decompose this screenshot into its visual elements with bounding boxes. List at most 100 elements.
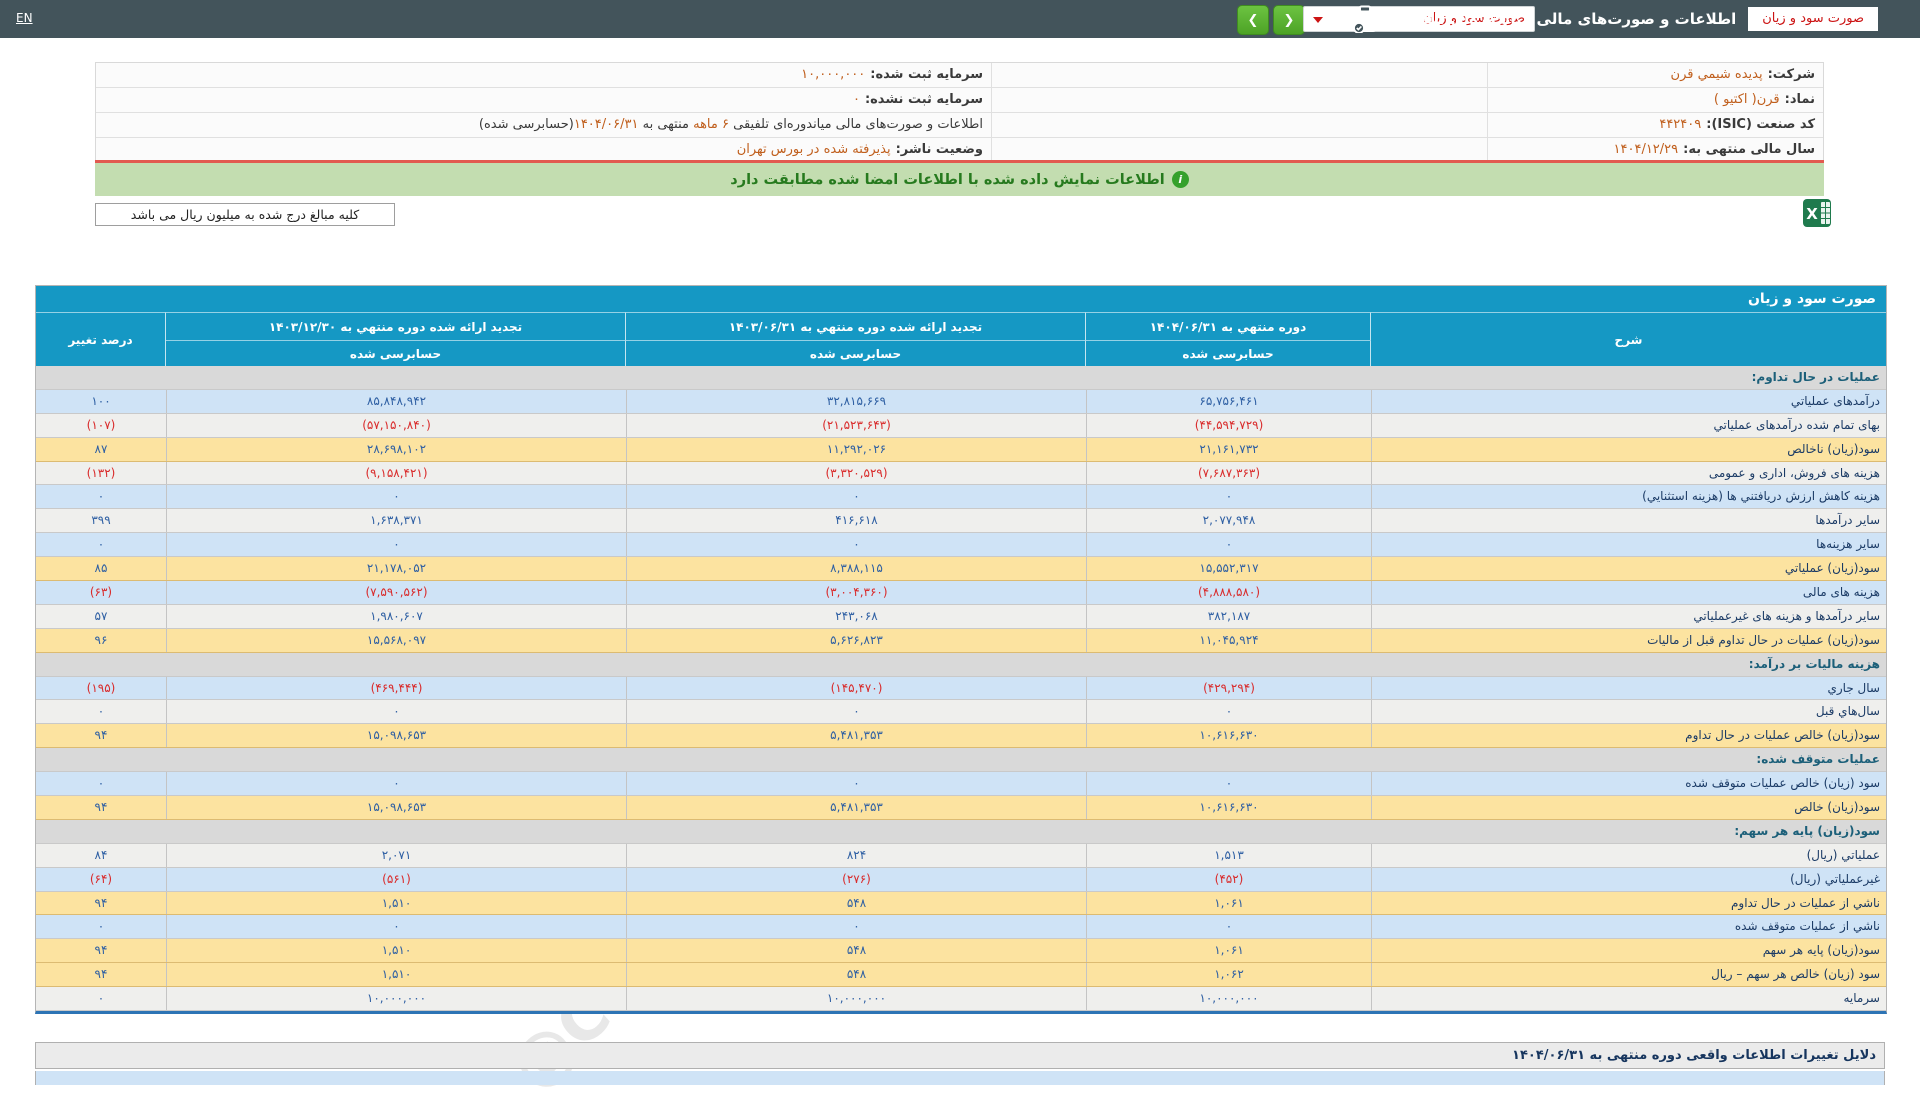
cell-period-1404-06-31: ۰ [1086,533,1371,556]
col-subheader-audited: حسابرسی شده [166,340,626,366]
info-spacer-cell [991,138,1487,162]
table-row: غیرعملیاتي (ریال)(۴۵۲)(۲۷۶)(۵۶۱)(۶۴) [36,868,1886,892]
col-header-description: شرح [1371,312,1886,366]
cell-restated-1403-06-31: ۰ [626,533,1086,556]
section-row: هزینه مالیات بر درآمد: [36,653,1886,677]
cell-restated-1403-06-31: ۰ [626,485,1086,508]
symbol-field: نماد:قرن( اکتیو ) [1487,88,1823,112]
cell-description: سود(زیان) خالص [1371,796,1886,819]
cell-restated-1403-12-30: ۰ [166,915,626,938]
report-header: صورت سود و زیان اطلاعات و صورت‌های مالی … [1352,0,1878,38]
info-row: نماد:قرن( اکتیو ) سرمایه ثبت نشده:۰ [96,88,1823,113]
cell-description: سود(زیان) ناخالص [1371,438,1886,461]
table-row: سال جاري(۴۲۹,۲۹۴)(۱۴۵,۴۷۰)(۴۶۹,۴۴۴)(۱۹۵) [36,677,1886,701]
cell-percent-change: (۶۴) [36,868,166,891]
cell-restated-1403-06-31: ۰ [626,700,1086,723]
excel-export-icon[interactable]: X [1800,196,1834,230]
next-sheet-button[interactable]: ❯ [1273,5,1305,35]
cell-percent-change: ۹۴ [36,796,166,819]
cell-restated-1403-12-30: ۱۵,۵۶۸,۰۹۷ [166,629,626,652]
cell-description: هزینه های مالی [1371,581,1886,604]
col-subheader-audited: حسابرسی شده [626,340,1086,366]
cell-description: سود(زیان) عملیاتي [1371,557,1886,580]
cell-period-1404-06-31: ۰ [1086,772,1371,795]
cell-period-1404-06-31: ۰ [1086,915,1371,938]
cell-restated-1403-12-30: ۱,۵۱۰ [166,892,626,915]
cell-percent-change: ۳۹۹ [36,509,166,532]
info-row: شرکت:پدیده شیمي قرن سرمایه ثبت شده:۱۰,۰۰… [96,63,1823,88]
cell-restated-1403-12-30: ۱,۵۱۰ [166,939,626,962]
company-field: شرکت:پدیده شیمي قرن [1487,63,1823,87]
cell-restated-1403-06-31: ۲۴۳,۰۶۸ [626,605,1086,628]
cell-restated-1403-12-30: ۱۰,۰۰۰,۰۰۰ [166,987,626,1010]
cell-period-1404-06-31: ۱,۰۶۱ [1086,939,1371,962]
cell-restated-1403-12-30: ۸۵,۸۴۸,۹۴۲ [166,390,626,413]
section-label: عملیات متوقف شده: [36,748,1886,771]
table-row: سود(زیان) عملیاتي۱۵,۵۵۲,۳۱۷۸,۳۸۸,۱۱۵۲۱,۱… [36,557,1886,581]
signature-match-banner: i اطلاعات نمایش داده شده با اطلاعات امضا… [95,163,1824,196]
table-row: سود(زیان) ناخالص۲۱,۱۶۱,۷۳۲۱۱,۲۹۲,۰۲۶۲۸,۶… [36,438,1886,462]
table-row: سود(زیان) خالص عملیات در حال تداوم۱۰,۶۱۶… [36,724,1886,748]
cell-restated-1403-06-31: (۲۱,۵۲۳,۶۴۳) [626,414,1086,437]
cell-restated-1403-12-30: (۵۶۱) [166,868,626,891]
cell-period-1404-06-31: ۱,۰۶۱ [1086,892,1371,915]
table-row: ناشي از عملیات متوقف شده۰۰۰۰ [36,915,1886,939]
cell-percent-change: ۹۴ [36,939,166,962]
prev-sheet-button[interactable]: ❮ [1237,5,1269,35]
cell-period-1404-06-31: ۰ [1086,700,1371,723]
table-row: هزینه های مالی(۴,۸۸۸,۵۸۰)(۳,۰۰۴,۳۶۰)(۷,۵… [36,581,1886,605]
cell-description: عملیاتي (ریال) [1371,844,1886,867]
cell-restated-1403-12-30: ۲,۰۷۱ [166,844,626,867]
cell-restated-1403-12-30: (۵۷,۱۵۰,۸۴۰) [166,414,626,437]
table-row: بهای تمام شده درآمدهای عملیاتي(۴۴,۵۹۴,۷۲… [36,414,1886,438]
cell-restated-1403-12-30: ۱۵,۰۹۸,۶۵۳ [166,796,626,819]
cell-description: هزینه های فروش، اداری و عمومی [1371,462,1886,485]
table-row: ناشي از عملیات در حال تداوم۱,۰۶۱۵۴۸۱,۵۱۰… [36,892,1886,916]
cell-restated-1403-06-31: ۵,۶۲۶,۸۲۳ [626,629,1086,652]
issuer-status-field: وضعیت ناشر:پذیرفته شده در بورس تهران [94,138,991,162]
interim-period-field: اطلاعات و صورت‌های مالی میاندوره‌ای تلفی… [94,113,991,137]
info-spacer-cell [991,113,1487,137]
cell-period-1404-06-31: ۱,۰۶۲ [1086,963,1371,986]
info-spacer-cell [991,63,1487,87]
section-row: عملیات متوقف شده: [36,748,1886,772]
cell-percent-change: ۹۴ [36,963,166,986]
section-label: عملیات در حال تداوم: [36,366,1886,389]
fiscal-year-end-field: سال مالی منتهی به:۱۴۰۴/۱۲/۲۹ [1487,138,1823,162]
cell-period-1404-06-31: ۱,۵۱۳ [1086,844,1371,867]
cell-period-1404-06-31: ۱۵,۵۵۲,۳۱۷ [1086,557,1371,580]
col-header-restated-1403-06-31: تجدید ارائه شده دوره منتهي به ۱۴۰۳/۰۶/۳۱ [626,312,1086,340]
clipboard-report-icon [1352,5,1378,33]
cell-restated-1403-06-31: ۸۲۴ [626,844,1086,867]
cell-description: سود (زیان) خالص عملیات متوقف شده [1371,772,1886,795]
col-header-percent-change: درصد تغییر [36,312,166,366]
col-header-period-1404-06-31: دوره منتهي به ۱۴۰۴/۰۶/۳۱ [1086,312,1371,340]
cell-period-1404-06-31: (۴۵۲) [1086,868,1371,891]
cell-period-1404-06-31: (۴۲۹,۲۹۴) [1086,677,1371,700]
cell-restated-1403-06-31: ۰ [626,772,1086,795]
cell-restated-1403-06-31: ۸,۳۸۸,۱۱۵ [626,557,1086,580]
cell-percent-change: (۶۳) [36,581,166,604]
table-row: سود(زیان) عملیات در حال تداوم قبل از مال… [36,629,1886,653]
cell-restated-1403-06-31: ۰ [626,915,1086,938]
table-row: سایر هزینه‌ها۰۰۰۰ [36,533,1886,557]
sheet-nav-buttons: ❮ ❯ [1237,5,1305,35]
chevron-down-icon [1313,17,1323,23]
language-en-link[interactable]: EN [16,11,33,25]
unregistered-capital-field: سرمایه ثبت نشده:۰ [94,88,991,112]
cell-period-1404-06-31: ۳۸۲,۱۸۷ [1086,605,1371,628]
cell-percent-change: (۱۳۲) [36,462,166,485]
section-row: عملیات در حال تداوم: [36,366,1886,390]
info-row: کد صنعت (ISIC):۴۴۲۴۰۹ اطلاعات و صورت‌های… [96,113,1823,138]
cell-description: سود(زیان) خالص عملیات در حال تداوم [1371,724,1886,747]
cell-description: ناشي از عملیات در حال تداوم [1371,892,1886,915]
table-row: سود (زیان) خالص هر سهم – ریال۱,۰۶۲۵۴۸۱,۵… [36,963,1886,987]
cell-percent-change: (۱۹۵) [36,677,166,700]
cell-restated-1403-06-31: ۱۱,۲۹۲,۰۲۶ [626,438,1086,461]
cell-description: هزینه کاهش ارزش دریافتني ها (هزینه استثن… [1371,485,1886,508]
cell-description: درآمدهای عملیاتي [1371,390,1886,413]
cell-description: سود(زیان) پایه هر سهم [1371,939,1886,962]
cell-description: سال‌هاي قبل [1371,700,1886,723]
section-label: هزینه مالیات بر درآمد: [36,653,1886,676]
cell-description: سرمایه [1371,987,1886,1010]
